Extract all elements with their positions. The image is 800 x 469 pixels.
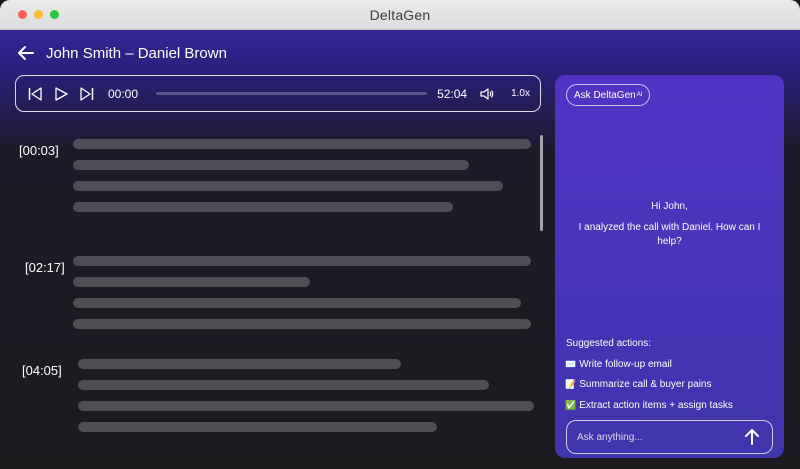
transcript-line	[73, 139, 531, 149]
transcript-line	[73, 277, 310, 287]
transcript-line	[78, 401, 534, 411]
maximize-window-button[interactable]	[50, 10, 59, 19]
call-title: John Smith – Daniel Brown	[46, 44, 227, 62]
audio-player: 00:00 52:04 1.0x	[15, 75, 541, 112]
back-arrow-icon[interactable]	[16, 43, 36, 63]
memo-icon: 📝	[565, 379, 577, 389]
title-bar: DeltaGen	[0, 0, 800, 30]
suggestion-label: Summarize call & buyer pains	[579, 379, 712, 390]
play-button[interactable]	[52, 85, 70, 103]
transcript-line	[73, 319, 531, 329]
suggestion-label: Extract action items + assign tasks	[579, 400, 733, 411]
skip-back-icon	[28, 86, 42, 101]
close-window-button[interactable]	[18, 10, 27, 19]
transcript-line	[73, 298, 521, 308]
timestamp[interactable]: [00:03]	[19, 143, 59, 158]
suggestion-write-email[interactable]: ✉️ Write follow-up email	[565, 359, 672, 370]
transcript-line	[73, 160, 469, 170]
current-time: 00:00	[108, 86, 139, 101]
ai-superscript: AI	[636, 92, 643, 98]
assistant-panel: Ask DeltaGen AI Hi John, I analyzed the c…	[555, 75, 784, 458]
ask-input-box	[566, 420, 773, 454]
suggestion-label: Write follow-up email	[579, 359, 672, 370]
play-icon	[55, 86, 68, 101]
skip-forward-button[interactable]	[78, 85, 96, 103]
volume-icon[interactable]	[479, 86, 495, 102]
app-title: DeltaGen	[369, 6, 431, 23]
ask-input[interactable]	[577, 431, 742, 443]
transcript-scrollbar[interactable]	[540, 135, 543, 231]
timestamp[interactable]: [02:17]	[25, 260, 65, 275]
transcript-line	[73, 256, 531, 266]
playback-speed[interactable]: 1.0x	[511, 88, 530, 99]
skip-forward-icon	[80, 86, 94, 101]
suggestion-summarize[interactable]: 📝 Summarize call & buyer pains	[565, 379, 712, 390]
greeting-line-1: Hi John,	[651, 201, 688, 212]
call-header: John Smith – Daniel Brown	[16, 40, 227, 66]
ask-deltagen-button[interactable]: Ask DeltaGen AI	[566, 84, 651, 106]
envelope-icon: ✉️	[565, 359, 577, 369]
check-mark-icon: ✅	[565, 400, 577, 410]
send-arrow-icon[interactable]	[742, 427, 762, 447]
assistant-greeting: Hi John, I analyzed the call with Daniel…	[567, 200, 772, 249]
transcript-line	[78, 359, 401, 369]
minimize-window-button[interactable]	[34, 10, 43, 19]
transcript-line	[73, 181, 503, 191]
ask-chip-label: Ask DeltaGen	[574, 89, 636, 101]
duration: 52:04	[437, 86, 468, 101]
suggestions-title: Suggested actions:	[566, 338, 652, 349]
greeting-line-2: I analyzed the call with Daniel. How can…	[578, 222, 761, 247]
transcript-line	[73, 202, 453, 212]
transcript: [00:03] [02:17] [04:05]	[0, 125, 545, 469]
skip-back-button[interactable]	[26, 85, 44, 103]
suggestion-extract-actions[interactable]: ✅ Extract action items + assign tasks	[565, 400, 733, 411]
transcript-line	[78, 380, 489, 390]
timestamp[interactable]: [04:05]	[22, 363, 62, 378]
transcript-line	[78, 422, 437, 432]
app-window: DeltaGen John Smith – Daniel Brown 00:00	[0, 0, 800, 469]
progress-bar[interactable]	[156, 92, 428, 95]
